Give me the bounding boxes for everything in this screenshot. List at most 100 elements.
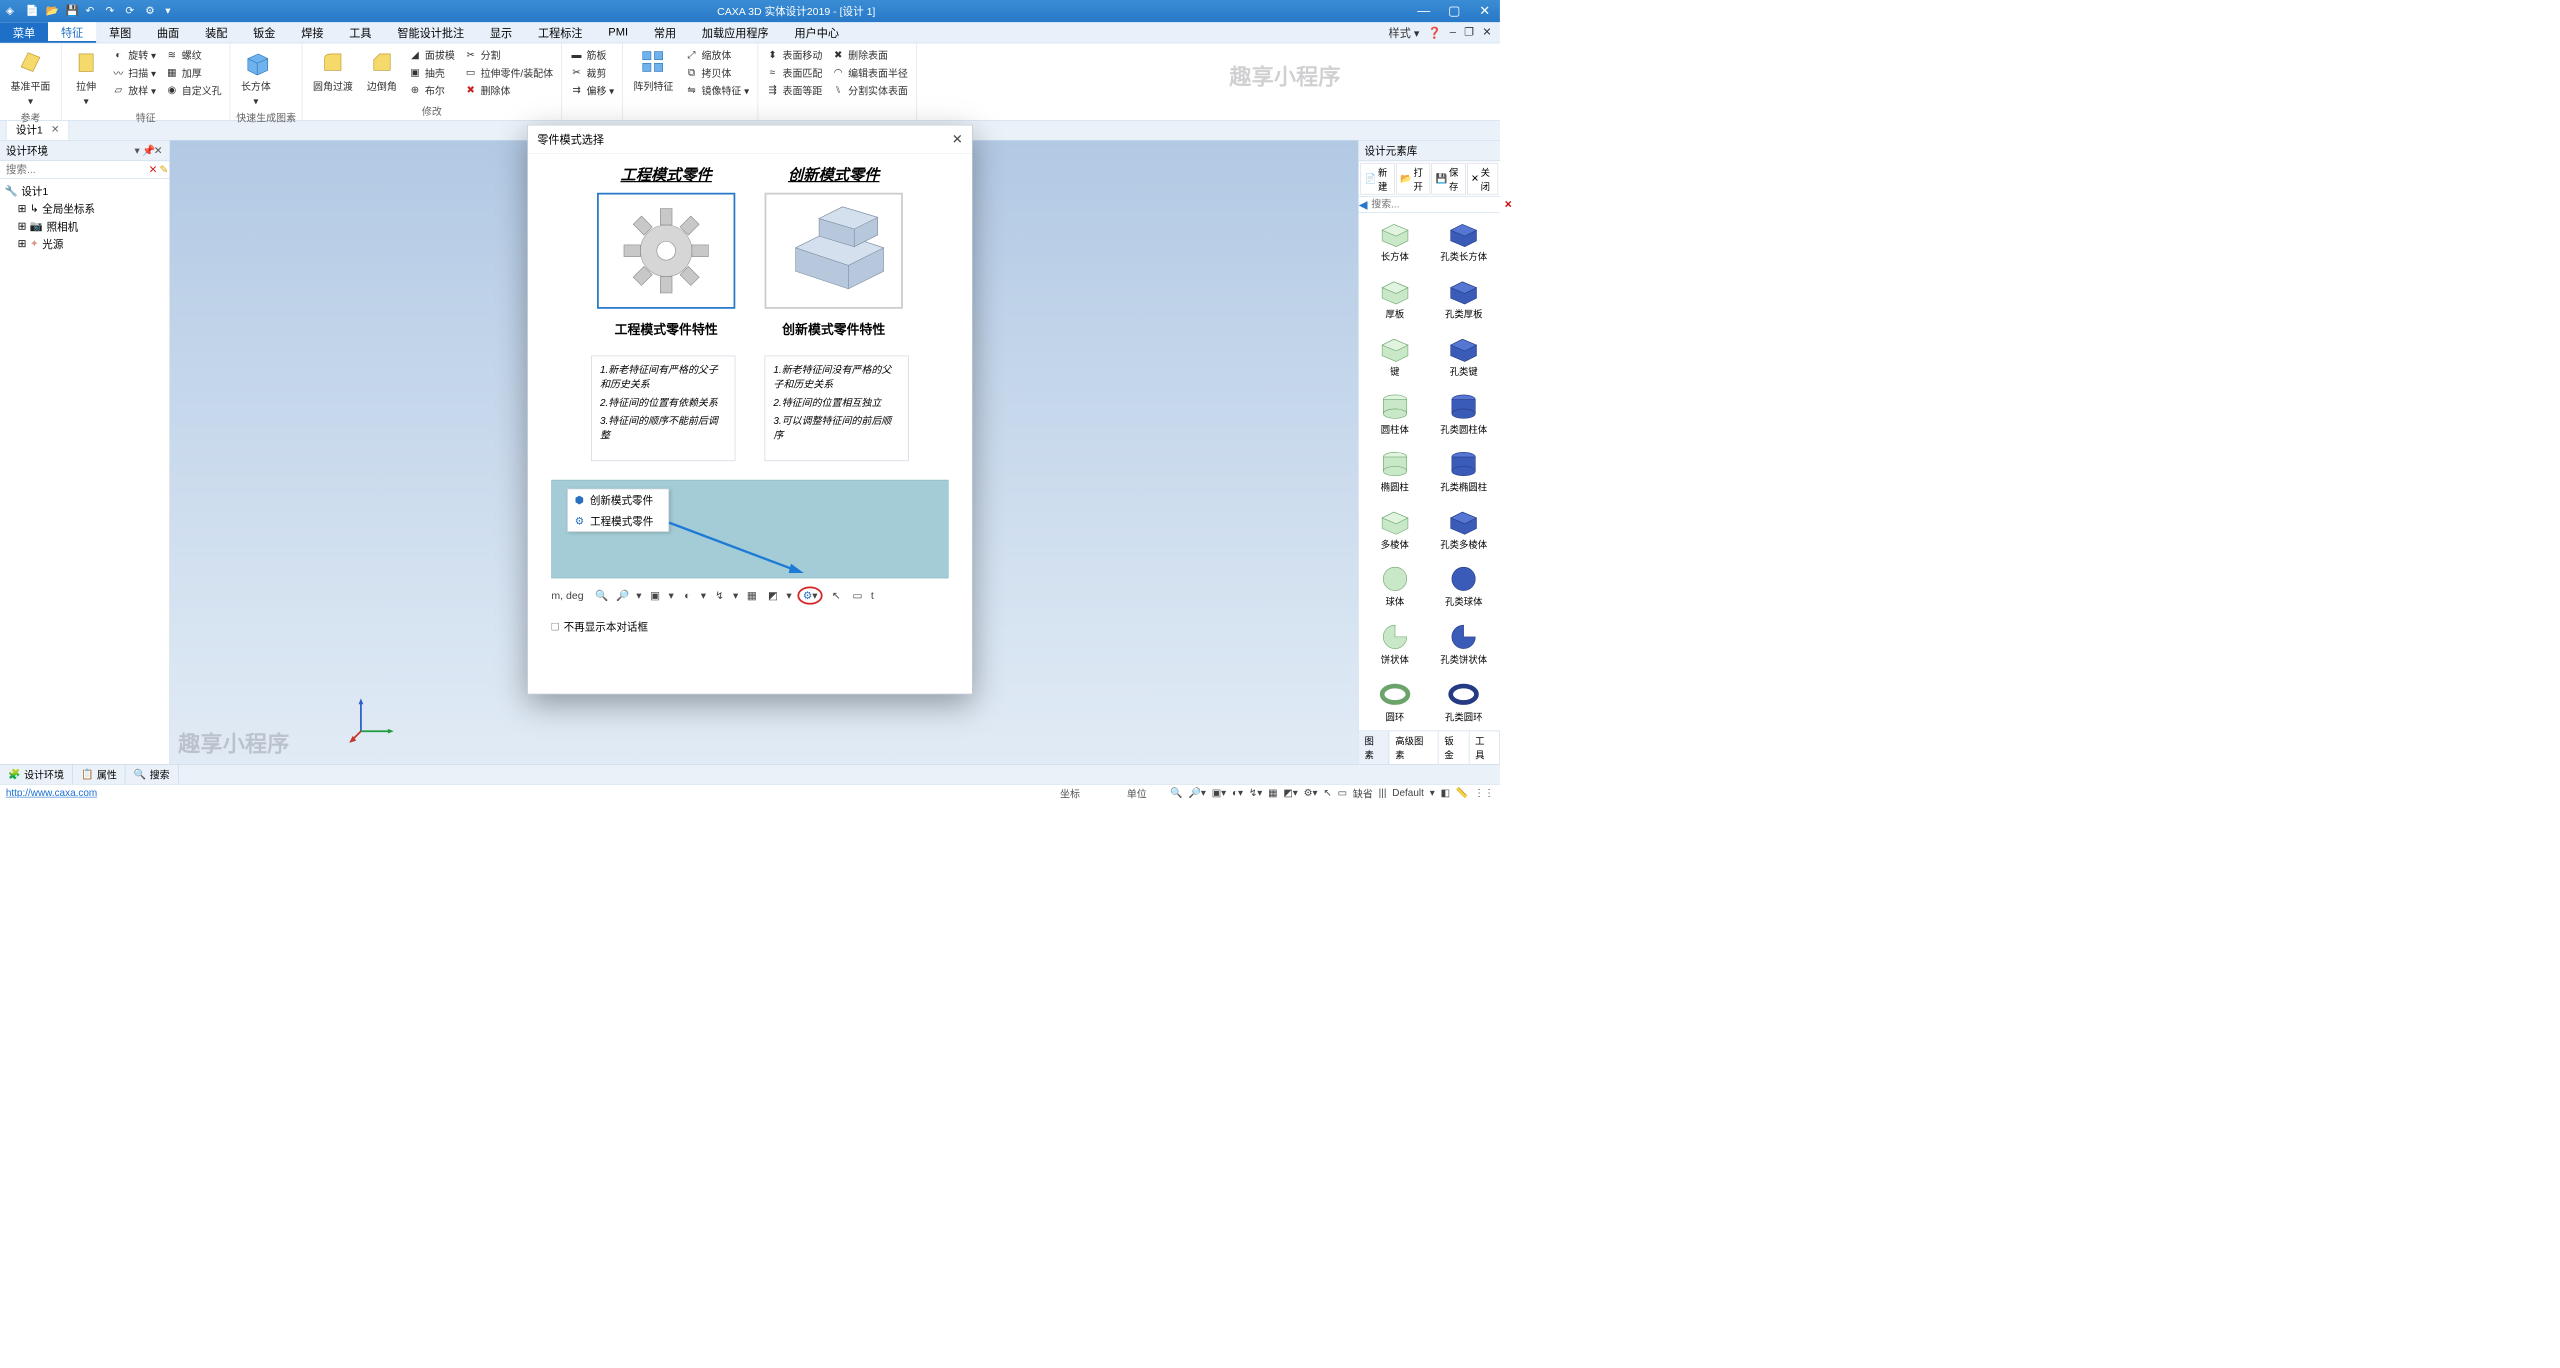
select-icon[interactable]: ▭ (850, 588, 865, 603)
lib-new-button[interactable]: 📄新建 (1360, 163, 1394, 195)
qat-new[interactable]: 📄 (26, 5, 39, 18)
zoom-in-icon[interactable]: 🔍 (1170, 787, 1182, 799)
lib-close-button[interactable]: ✕关闭 (1467, 163, 1498, 195)
menu-feature[interactable]: 特征 (48, 22, 96, 43)
maximize-button[interactable]: ▢ (1439, 0, 1469, 22)
qat-undo[interactable]: ↶ (86, 5, 99, 18)
view-icon[interactable]: ▣ (647, 588, 662, 603)
view-cube-icon[interactable]: ▣▾ (1212, 787, 1226, 799)
tree-camera[interactable]: ⊞📷照相机 (2, 217, 167, 235)
zoom-out-icon[interactable]: 🔎▾ (1188, 787, 1205, 799)
section-icon[interactable]: ▦ (744, 588, 759, 603)
menu-common[interactable]: 常用 (641, 22, 689, 43)
library-item-torus-hole[interactable]: 孔类圆环 (1431, 679, 1496, 725)
revolve-button[interactable]: ◐旋转 ▾ (110, 47, 159, 63)
rib-button[interactable]: ▬筋板 (568, 47, 617, 63)
extrude-button[interactable]: 拉伸▾ (67, 47, 104, 109)
menu-main[interactable]: 菜单 (0, 22, 48, 43)
delete-face-button[interactable]: ✖删除表面 (829, 47, 910, 63)
library-item-sphere-hole[interactable]: 孔类球体 (1431, 564, 1496, 610)
delete-body-button[interactable]: ✖删除体 (462, 82, 556, 98)
loft-button[interactable]: ▱放样 ▾ (110, 82, 159, 98)
circled-mode-button[interactable]: ⚙▾ (798, 586, 823, 604)
minimize-button[interactable]: — (1409, 0, 1439, 22)
move-face-button[interactable]: ⬍表面移动 (764, 47, 825, 63)
tab-shapes[interactable]: 图素 (1359, 731, 1390, 764)
part-mode-icon[interactable]: ⚙▾ (1304, 787, 1318, 799)
lib-open-button[interactable]: 📂打开 (1396, 163, 1430, 195)
cuboid-button[interactable]: 长方体▾ (236, 47, 275, 109)
qat-open[interactable]: 📂 (46, 5, 59, 18)
library-item-pie-hole[interactable]: 孔类饼状体 (1431, 621, 1496, 667)
grip-icon[interactable]: ⋮⋮ (1474, 787, 1494, 799)
tab-sheetmetal[interactable]: 钣金 (1439, 731, 1470, 764)
thicken-button[interactable]: ▦加厚 (163, 64, 224, 80)
qat-redo[interactable]: ↷ (105, 5, 118, 18)
mdi-restore[interactable]: ❐ (1464, 26, 1474, 39)
menu-sketch[interactable]: 草图 (96, 22, 144, 43)
cursor-icon[interactable]: ↖ (1323, 787, 1331, 799)
copy-body-button[interactable]: ⧉拷贝体 (683, 64, 752, 80)
qat-gear[interactable]: ⚙ (145, 5, 158, 18)
lib-save-button[interactable]: 💾保存 (1431, 163, 1465, 195)
library-item-cyl-hole[interactable]: 孔类圆柱体 (1431, 391, 1496, 437)
library-item-ecyl[interactable]: 椭圆柱 (1362, 449, 1427, 495)
qat-save[interactable]: 💾 (66, 5, 79, 18)
menu-tools[interactable]: 工具 (336, 22, 384, 43)
tab-tools[interactable]: 工具 (1469, 731, 1500, 764)
library-item-pie[interactable]: 饼状体 (1362, 621, 1427, 667)
custom-hole-button[interactable]: ◉自定义孔 (163, 82, 224, 98)
help-icon[interactable]: ❓ (1428, 25, 1442, 39)
qat-refresh[interactable]: ⟳ (125, 5, 138, 18)
section-icon[interactable]: ◩▾ (1283, 787, 1297, 799)
dialog-close-button[interactable]: ✕ (952, 132, 963, 147)
qat-more[interactable]: ▾ (165, 5, 178, 18)
tree-light[interactable]: ⊞✦光源 (2, 235, 167, 253)
split-body-face-button[interactable]: ⑊分割实体表面 (829, 82, 910, 98)
mirror-feature-button[interactable]: ⇋镜像特征 ▾ (683, 82, 752, 98)
mdi-minimize[interactable]: – (1450, 26, 1456, 39)
boolean-button[interactable]: ⊕布尔 (406, 82, 457, 98)
offset-button[interactable]: ⇉偏移 ▾ (568, 82, 617, 98)
grid-icon[interactable]: ▦ (1268, 787, 1277, 799)
bottom-tab-env[interactable]: 🧩设计环境 (0, 765, 73, 784)
search-back-icon[interactable]: ◀ (1359, 197, 1368, 212)
library-item-cube-hole[interactable]: 孔类长方体 (1431, 219, 1496, 265)
menu-engannotation[interactable]: 工程标注 (525, 22, 595, 43)
shade-icon[interactable]: ◐▾ (1232, 787, 1243, 799)
library-item-slab[interactable]: 厚板 (1362, 276, 1427, 322)
sweep-button[interactable]: 〰扫描 ▾ (110, 64, 159, 80)
scale-body-button[interactable]: ⤢缩放体 (683, 47, 752, 63)
shade-icon[interactable]: ◐ (680, 588, 695, 603)
library-item-poly[interactable]: 多棱体 (1362, 506, 1427, 552)
match-face-button[interactable]: ≈表面匹配 (764, 64, 825, 80)
axis-icon[interactable]: ↯▾ (1249, 787, 1262, 799)
menu-display[interactable]: 显示 (477, 22, 525, 43)
library-item-torus[interactable]: 圆环 (1362, 679, 1427, 725)
innovation-mode-option[interactable] (765, 193, 903, 309)
tree-root[interactable]: 🔧设计1 (2, 182, 167, 200)
box-icon[interactable]: ◩ (765, 588, 780, 603)
library-item-sphere[interactable]: 球体 (1362, 564, 1427, 610)
bottom-tab-props[interactable]: 📋属性 (73, 765, 126, 784)
library-item-key[interactable]: 键 (1362, 334, 1427, 380)
menu-usercenter[interactable]: 用户中心 (782, 22, 852, 43)
search-highlight-icon[interactable]: ✎ (158, 163, 169, 175)
thread-button[interactable]: ≋螺纹 (163, 47, 224, 63)
status-url[interactable]: http://www.caxa.com (6, 787, 97, 799)
shell-button[interactable]: ▣抽壳 (406, 64, 457, 80)
panel-pin-icon[interactable]: 📌 (142, 144, 153, 156)
library-item-key-hole[interactable]: 孔类键 (1431, 334, 1496, 380)
library-item-poly-hole[interactable]: 孔类多棱体 (1431, 506, 1496, 552)
menu-weld[interactable]: 焊接 (288, 22, 336, 43)
menu-assembly[interactable]: 装配 (192, 22, 240, 43)
style-dropdown[interactable]: 样式 ▾ (1389, 25, 1420, 41)
left-search-input[interactable] (0, 161, 148, 178)
menu-pmi[interactable]: PMI (595, 22, 641, 43)
library-item-cyl[interactable]: 圆柱体 (1362, 391, 1427, 437)
dont-show-again-input[interactable] (551, 623, 559, 631)
offset-face-button[interactable]: ⇶表面等距 (764, 82, 825, 98)
draft-button[interactable]: ◢面拔模 (406, 47, 457, 63)
library-item-cube[interactable]: 长方体 (1362, 219, 1427, 265)
right-search-clear-icon[interactable]: ✕ (1504, 199, 1512, 211)
